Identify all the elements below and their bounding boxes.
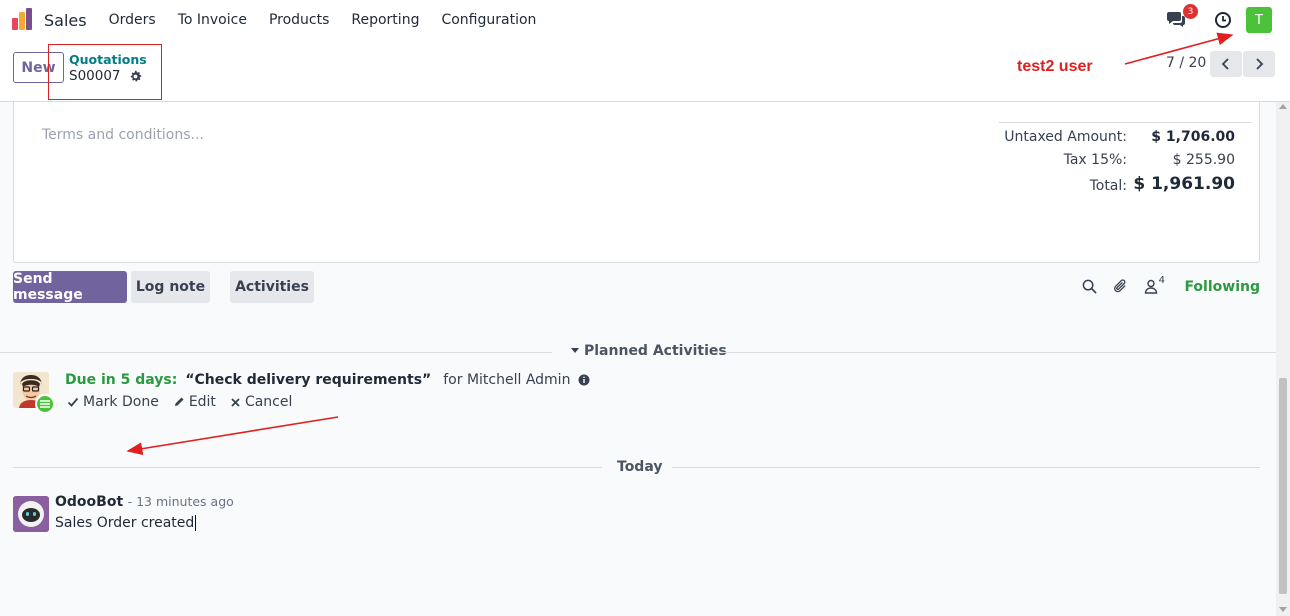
menu-products[interactable]: Products (269, 12, 329, 28)
message-text: Sales Order created (55, 515, 195, 531)
separator-line-right (722, 352, 1276, 353)
messages-badge: 3 (1183, 4, 1198, 19)
close-icon (231, 397, 240, 407)
message-time: - 13 minutes ago (127, 494, 234, 509)
today-separator-right (672, 467, 1260, 468)
chevron-left-icon (1221, 58, 1229, 70)
edit-label: Edit (188, 394, 216, 410)
today-separator-left (13, 467, 602, 468)
terms-and-conditions-field[interactable]: Terms and conditions... (42, 127, 204, 143)
form-content-area[interactable]: Terms and conditions... Untaxed Amount: … (0, 102, 1276, 616)
activity-clock-icon[interactable] (1214, 11, 1232, 29)
navbar-systray: 3 T (1166, 4, 1272, 33)
log-note-button[interactable]: Log note (131, 271, 210, 303)
cancel-activity-button[interactable]: Cancel (230, 394, 292, 410)
totals-table: Untaxed Amount: $ 1,706.00 Tax 15%: $ 25… (999, 122, 1251, 199)
pencil-icon (174, 397, 184, 406)
scroll-up-arrow-icon[interactable] (1279, 104, 1287, 109)
pager-next-button[interactable] (1243, 51, 1275, 77)
activity-assignee: for Mitchell Admin (443, 372, 571, 388)
activities-button[interactable]: Activities (230, 271, 314, 303)
breadcrumb-quotations-link[interactable]: Quotations (69, 52, 147, 67)
pager-value[interactable]: 7 / 20 (1166, 55, 1206, 71)
message-body: Sales Order created (55, 515, 197, 531)
chevron-right-icon (1256, 58, 1264, 70)
menu-orders[interactable]: Orders (109, 12, 156, 28)
tax-value: $ 255.90 (1172, 152, 1235, 168)
menu-to-invoice[interactable]: To Invoice (178, 12, 247, 28)
mark-done-label: Mark Done (83, 394, 159, 410)
search-icon[interactable] (1082, 279, 1097, 294)
check-icon (67, 397, 79, 407)
following-button[interactable]: Following (1184, 279, 1260, 295)
activity-type-badge-icon (35, 394, 55, 414)
planned-activities-toggle[interactable]: Planned Activities (571, 343, 727, 359)
sales-app-logo-icon[interactable] (11, 8, 35, 32)
record-name: S00007 (69, 68, 121, 84)
send-message-button[interactable]: Send message (13, 271, 127, 303)
paperclip-icon[interactable] (1113, 278, 1128, 294)
activity-summary: Due in 5 days: “Check delivery requireme… (65, 372, 590, 388)
info-icon[interactable] (578, 374, 590, 386)
mark-done-button[interactable]: Mark Done (67, 394, 159, 410)
cancel-label: Cancel (244, 394, 293, 410)
activity-title: “Check delivery requirements” (185, 372, 432, 388)
total-row: Total: $ 1,961.90 (999, 169, 1251, 199)
edit-activity-button[interactable]: Edit (173, 394, 216, 410)
total-label: Total: (1089, 178, 1127, 194)
gear-icon[interactable] (129, 70, 142, 83)
total-value: $ 1,961.90 (1133, 174, 1235, 194)
chatter-icons: 4 (1066, 274, 1165, 294)
breadcrumb-current: S00007 (69, 68, 142, 84)
followers-count: 4 (1158, 274, 1165, 286)
pager-previous-button[interactable] (1210, 51, 1242, 77)
message-header: OdooBot - 13 minutes ago (55, 494, 234, 510)
odoobot-avatar[interactable] (13, 496, 49, 532)
followers-icon[interactable] (1144, 279, 1158, 294)
message-author[interactable]: OdooBot (55, 494, 123, 510)
activity-actions: Mark Done Edit Cancel (67, 394, 306, 410)
caret-down-icon (571, 348, 579, 353)
scroll-down-arrow-icon[interactable] (1279, 607, 1287, 612)
separator-line-left (0, 352, 552, 353)
untaxed-amount-label: Untaxed Amount: (1004, 129, 1127, 145)
tax-label: Tax 15%: (1063, 152, 1127, 168)
untaxed-amount-value: $ 1,706.00 (1151, 129, 1235, 145)
today-label: Today (617, 459, 663, 475)
scrollbar-thumb[interactable] (1279, 378, 1287, 594)
text-cursor (195, 515, 197, 531)
chatter-toolbar: Send message Log note Activities 4 Follo… (13, 271, 1260, 303)
form-sheet: Terms and conditions... Untaxed Amount: … (13, 102, 1260, 263)
user-avatar[interactable]: T (1246, 7, 1272, 33)
menu-configuration[interactable]: Configuration (441, 12, 536, 28)
planned-activities-label: Planned Activities (584, 343, 727, 359)
messages-icon[interactable]: 3 (1166, 4, 1198, 30)
annotation-text: test2 user (1017, 58, 1093, 75)
activity-due: Due in 5 days: (65, 372, 178, 388)
control-panel: New Quotations S00007 test2 user 7 / 20 (0, 40, 1290, 102)
vertical-scrollbar[interactable] (1276, 102, 1290, 616)
top-navbar: Sales Orders To Invoice Products Reporti… (0, 0, 1290, 40)
untaxed-amount-row: Untaxed Amount: $ 1,706.00 (999, 123, 1251, 146)
menu-reporting[interactable]: Reporting (351, 12, 419, 28)
app-name[interactable]: Sales (44, 11, 87, 30)
tax-row: Tax 15%: $ 255.90 (999, 146, 1251, 169)
